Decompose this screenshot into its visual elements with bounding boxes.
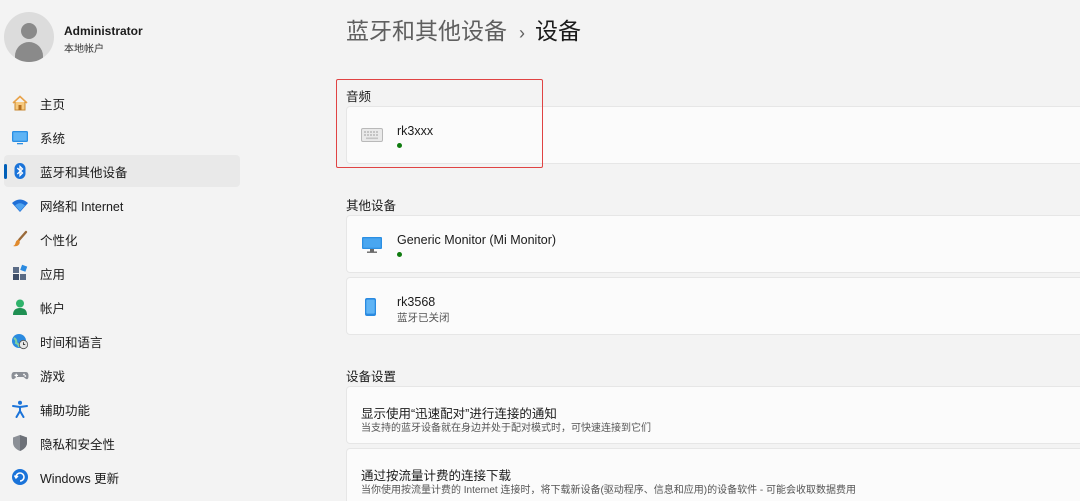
monitor-icon	[11, 128, 29, 146]
sidebar-item-label: 个性化	[40, 233, 78, 248]
connected-status-dot	[397, 143, 402, 148]
accessibility-icon	[11, 400, 29, 418]
device-name: rk3568	[397, 295, 436, 309]
user-profile[interactable]: Administrator 本地帐户	[4, 12, 244, 64]
sidebar-item-label: 游戏	[40, 369, 66, 384]
keyboard-icon	[361, 128, 383, 147]
sidebar-item-label: 网络和 Internet	[40, 199, 124, 214]
sidebar-item-label: Windows 更新	[40, 471, 120, 486]
brush-icon	[11, 230, 29, 248]
sidebar-item-accounts[interactable]: 帐户	[4, 291, 240, 323]
sidebar-nav: 主页 系统 蓝牙和其他设备 网络和 Internet 个性化 应用 帐户 时间和…	[0, 85, 246, 495]
sidebar-item-label: 蓝牙和其他设备	[40, 165, 128, 180]
section-title-device-settings: 设备设置	[346, 370, 397, 384]
sidebar-item-privacy[interactable]: 隐私和安全性	[4, 427, 240, 459]
bluetooth-icon	[11, 162, 29, 180]
sidebar-item-accessibility[interactable]: 辅助功能	[4, 393, 240, 425]
device-card-generic-monitor[interactable]: Generic Monitor (Mi Monitor)	[346, 215, 1080, 273]
breadcrumb: 蓝牙和其他设备 › 设备	[346, 12, 581, 46]
home-icon	[11, 94, 29, 112]
update-icon	[11, 468, 29, 486]
sidebar-item-windows-update[interactable]: Windows 更新	[4, 461, 240, 493]
setting-description: 当你使用按流量计费的 Internet 连接时，将下载新设备(驱动程序、信息和应…	[361, 485, 857, 496]
sidebar-item-personalization[interactable]: 个性化	[4, 223, 240, 255]
sidebar-item-label: 系统	[40, 131, 66, 146]
sidebar: Administrator 本地帐户 主页 系统 蓝牙和其他设备 网络和 Int…	[0, 0, 246, 501]
main-content: 蓝牙和其他设备 › 设备 音频 rk3xxx 其他设备 Generic Monito…	[346, 0, 1080, 501]
globe-clock-icon	[11, 332, 29, 350]
account-icon	[11, 298, 29, 316]
monitor-icon	[361, 236, 383, 259]
apps-icon	[11, 264, 29, 282]
sidebar-item-apps[interactable]: 应用	[4, 257, 240, 289]
section-title-audio: 音频	[346, 90, 372, 104]
phone-icon	[361, 297, 379, 322]
avatar[interactable]	[4, 12, 54, 62]
device-card-rk3568[interactable]: rk3568 蓝牙已关闭	[346, 277, 1080, 335]
section-title-other-devices: 其他设备	[346, 199, 397, 213]
sidebar-item-gaming[interactable]: 游戏	[4, 359, 240, 391]
setting-swift-pair[interactable]: 显示使用“迅速配对”进行连接的通知 当支持的蓝牙设备就在身边并处于配对模式时，可…	[346, 386, 1080, 444]
sidebar-item-label: 应用	[40, 267, 66, 282]
device-card-rk3xxx[interactable]: rk3xxx	[346, 106, 1080, 164]
profile-name: Administrator	[64, 24, 143, 38]
device-name: Generic Monitor (Mi Monitor)	[397, 233, 557, 247]
sidebar-item-label: 帐户	[40, 301, 66, 316]
sidebar-item-time-language[interactable]: 时间和语言	[4, 325, 240, 357]
device-status: 蓝牙已关闭	[397, 312, 450, 324]
sidebar-item-label: 主页	[40, 97, 66, 112]
breadcrumb-parent[interactable]: 蓝牙和其他设备	[346, 18, 507, 44]
setting-description: 当支持的蓝牙设备就在身边并处于配对模式时，可快速连接到它们	[361, 423, 651, 434]
setting-metered-download[interactable]: 通过按流量计费的连接下载 当你使用按流量计费的 Internet 连接时，将下载…	[346, 448, 1080, 501]
sidebar-item-label: 时间和语言	[40, 335, 103, 350]
connected-status-dot	[397, 252, 402, 257]
sidebar-item-system[interactable]: 系统	[4, 121, 240, 153]
sidebar-item-network[interactable]: 网络和 Internet	[4, 189, 240, 221]
sidebar-item-label: 辅助功能	[40, 403, 91, 418]
wifi-icon	[11, 196, 29, 214]
chevron-right-icon: ›	[519, 23, 525, 43]
gamepad-icon	[11, 366, 29, 384]
sidebar-item-home[interactable]: 主页	[4, 87, 240, 119]
sidebar-item-label: 隐私和安全性	[40, 437, 116, 452]
shield-icon	[11, 434, 29, 452]
device-name: rk3xxx	[397, 124, 434, 138]
profile-account-type: 本地帐户	[64, 44, 104, 55]
sidebar-item-bluetooth[interactable]: 蓝牙和其他设备	[4, 155, 240, 187]
page-title: 设备	[535, 18, 581, 44]
